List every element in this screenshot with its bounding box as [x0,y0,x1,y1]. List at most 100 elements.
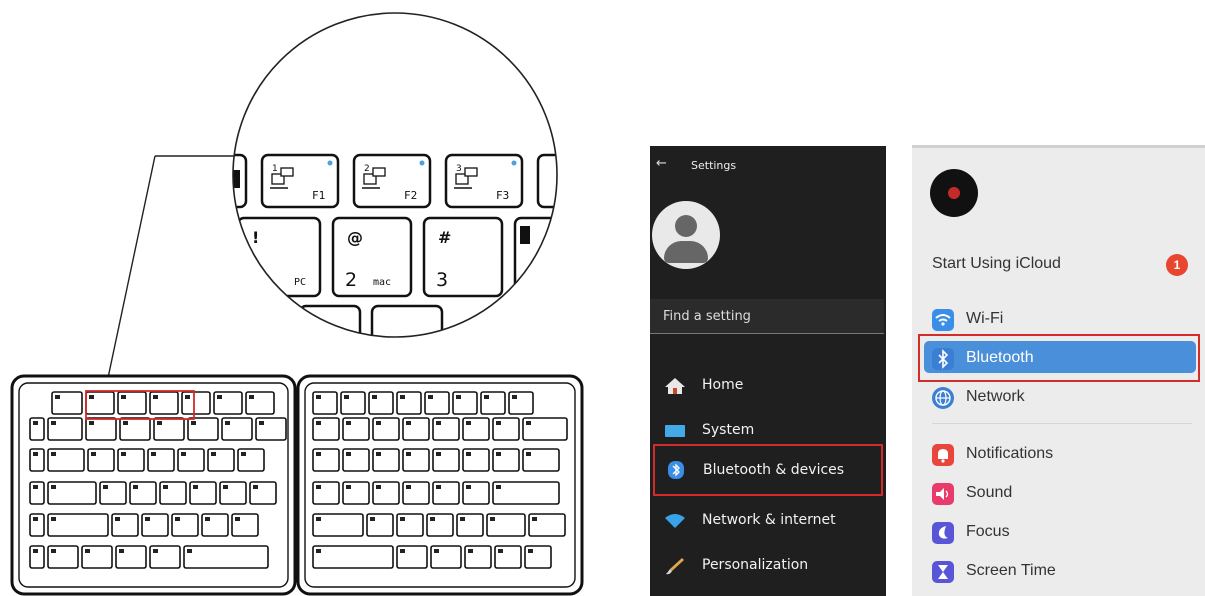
key-glyph [526,452,531,456]
settings-header: ← Settings [650,156,886,180]
key-glyph [528,549,533,553]
key-glyph [163,485,168,489]
divider [932,423,1192,424]
key-glyph [400,395,405,399]
sidebar-item-wifi[interactable]: Wi-Fi [932,307,1192,333]
key-glyph [468,549,473,553]
key-glyph [33,517,38,521]
key-glyph [193,485,198,489]
notification-badge: 1 [1166,254,1188,276]
nav-item-bluetooth-devices[interactable]: Bluetooth & devices [653,444,883,496]
key-glyph [346,485,351,489]
nav-item-personalization[interactable]: Personalization [650,546,886,586]
speaker-icon [932,483,954,505]
key-glyph [406,421,411,425]
key-glyph [115,517,120,521]
bell-icon [932,444,954,466]
sidebar-item-notifications[interactable]: Notifications [932,442,1192,468]
key-glyph [400,549,405,553]
key-glyph [223,485,228,489]
nav-label-personalization: Personalization [702,557,809,573]
key-glyph [225,421,230,425]
key-glyph [430,517,435,521]
key-glyph [259,421,264,425]
zoom-fn-label: F3 [496,189,509,202]
key-glyph [185,395,190,399]
sidebar-label-screen-time: Screen Time [966,562,1056,579]
system-icon [665,425,685,437]
bluetooth-icon [932,348,954,370]
key-glyph [187,549,192,553]
key-glyph [191,421,196,425]
zoom-fn-num: 1 [272,164,278,174]
zoom-key-sub: PC [294,277,306,288]
key-glyph [496,452,501,456]
key-glyph [376,421,381,425]
key-glyph [316,395,321,399]
search-placeholder: Find a setting [663,309,751,324]
led-indicator [419,160,425,166]
key-glyph [51,485,56,489]
zoom-circle [232,12,558,338]
zoom-key-symbol: @ [347,228,363,247]
sidebar-label-network: Network [966,388,1025,405]
key-glyph [436,421,441,425]
key-glyph [103,485,108,489]
led-indicator [511,160,517,166]
zoom-key-sub: mac [373,277,391,288]
key-glyph [376,485,381,489]
nav-item-home[interactable]: Home [650,366,886,406]
key-glyph [372,395,377,399]
keyboard-key [183,545,269,569]
key-glyph [460,517,465,521]
sidebar-item-sound[interactable]: Sound [932,481,1192,507]
key-glyph [145,517,150,521]
key-glyph [316,452,321,456]
sidebar-label-notifications: Notifications [966,445,1054,462]
key-glyph [241,452,246,456]
sidebar-item-bluetooth[interactable]: Bluetooth [932,346,1192,372]
icloud-prompt[interactable]: Start Using iCloud [932,255,1061,273]
key-glyph [235,517,240,521]
nav-item-network[interactable]: Network & internet [650,501,886,541]
back-arrow-icon[interactable]: ← [656,156,667,171]
key-glyph [33,421,38,425]
sidebar-item-focus[interactable]: Focus [932,520,1192,546]
home-icon [665,378,685,394]
key-glyph [490,517,495,521]
sidebar-label-bluetooth: Bluetooth [966,349,1034,366]
key-glyph [33,485,38,489]
keyboard-key [47,513,109,537]
zoom-fn-label: F1 [312,189,325,202]
zoom-key-symbol: ! [252,228,259,247]
key-glyph [253,485,258,489]
key-glyph [51,421,56,425]
key-glyph [121,395,126,399]
key-glyph [151,452,156,456]
nav-label-network: Network & internet [702,512,836,528]
key-glyph [123,421,128,425]
sidebar-item-screen-time[interactable]: Screen Time [932,559,1192,585]
key-glyph [121,452,126,456]
key-glyph [498,549,503,553]
key-glyph [466,421,471,425]
key-glyph [466,485,471,489]
key-glyph [51,452,56,456]
search-input[interactable]: Find a setting [650,299,884,334]
keyboard-key [312,545,394,569]
key-glyph [157,421,162,425]
sidebar-item-network[interactable]: Network [932,385,1192,411]
avatar[interactable] [652,201,720,269]
key-glyph [119,549,124,553]
avatar[interactable] [930,169,978,217]
zoom-key-main: 3 [436,269,448,291]
key-glyph [249,395,254,399]
key-glyph [89,421,94,425]
key-glyph [456,395,461,399]
zoom-fn-num: 2 [364,164,370,174]
key-glyph [33,452,38,456]
nav-label-home: Home [702,377,744,393]
brush-icon [666,558,684,575]
key-glyph [400,517,405,521]
key-glyph [91,452,96,456]
